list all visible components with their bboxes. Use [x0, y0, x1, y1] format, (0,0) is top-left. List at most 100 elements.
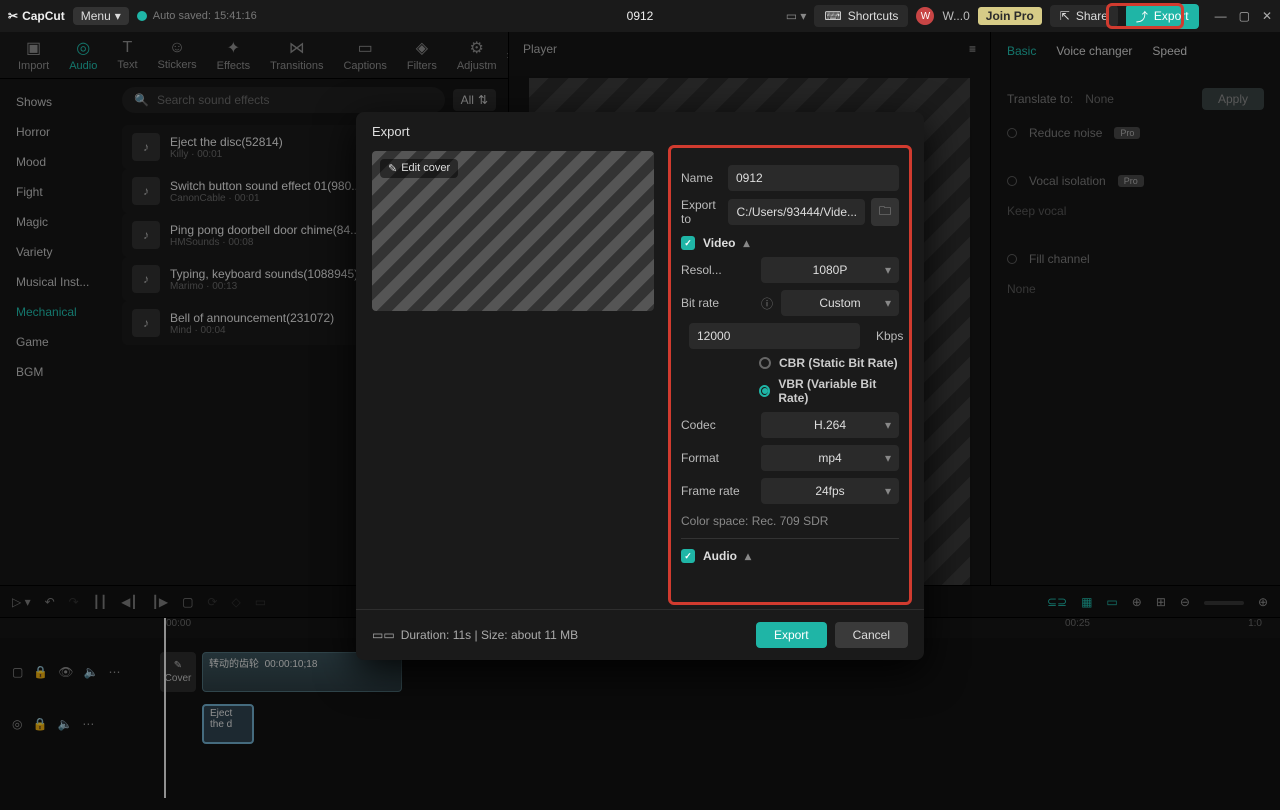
link-icon[interactable]: ▦: [1081, 595, 1092, 609]
tlr5-icon[interactable]: ⊞: [1156, 595, 1166, 609]
tlr4-icon[interactable]: ⊕: [1132, 595, 1142, 609]
cat-bgm[interactable]: BGM: [0, 357, 110, 387]
playhead[interactable]: [164, 618, 166, 798]
track-mute-icon[interactable]: 🔈: [84, 665, 99, 679]
bitrate-input[interactable]: [689, 323, 860, 349]
rtab-basic[interactable]: Basic: [1007, 44, 1036, 58]
fps-select[interactable]: 24fps: [761, 478, 899, 504]
export-button[interactable]: ⤴ Export: [1126, 4, 1199, 29]
tab-adjust[interactable]: ⚙Adjustm: [447, 32, 507, 78]
cat-mechanical[interactable]: Mechanical: [0, 297, 110, 327]
name-input[interactable]: [728, 165, 899, 191]
preview-icon[interactable]: ▭: [1106, 595, 1117, 609]
tab-transitions[interactable]: ⋈Transitions: [260, 32, 333, 78]
tab-effects[interactable]: ✦Effects: [207, 32, 260, 78]
cancel-button[interactable]: Cancel: [835, 622, 908, 648]
track-more2-icon[interactable]: ⋯: [82, 717, 94, 731]
pro-badge2: Pro: [1118, 175, 1144, 187]
undo-icon[interactable]: ↶: [45, 595, 55, 609]
tab-filters[interactable]: ◈Filters: [397, 32, 447, 78]
minimize-icon[interactable]: —: [1215, 9, 1227, 23]
translate-value[interactable]: None: [1085, 92, 1114, 106]
track-lock2-icon[interactable]: 🔒: [32, 717, 47, 731]
vbr-radio[interactable]: [759, 385, 770, 397]
track-visible-icon[interactable]: 👁: [58, 665, 73, 679]
cat-horror[interactable]: Horror: [0, 117, 110, 147]
tab-stickers[interactable]: ☺Stickers: [148, 33, 207, 77]
player-menu-icon[interactable]: ≡: [969, 42, 976, 56]
aspect-icon[interactable]: ▭ ▾: [786, 9, 807, 23]
search-icon: 🔍: [134, 93, 149, 107]
fill-channel-value[interactable]: None: [1007, 282, 1036, 296]
sound-meta: HMSounds · 00:08: [170, 237, 360, 248]
export-cover-preview[interactable]: ✎ Edit cover: [372, 151, 654, 311]
search-input[interactable]: 🔍Search sound effects: [122, 87, 445, 113]
audio-clip[interactable]: Eject the d: [202, 704, 254, 744]
resolution-select[interactable]: 1080P: [761, 257, 899, 283]
effects-icon: ✦: [227, 38, 240, 58]
tab-audio[interactable]: ◎Audio: [59, 32, 107, 78]
collapse-audio-icon[interactable]: ▴: [745, 549, 751, 563]
tool6-icon[interactable]: ◇: [231, 595, 240, 609]
magnet-icon[interactable]: ⊆⊇: [1047, 595, 1067, 609]
trim-right-icon[interactable]: ┃▶: [152, 595, 168, 609]
reduce-noise-toggle[interactable]: [1007, 128, 1017, 138]
cat-variety[interactable]: Variety: [0, 237, 110, 267]
cat-magic[interactable]: Magic: [0, 207, 110, 237]
delete-icon[interactable]: ▢: [182, 595, 193, 609]
close-icon[interactable]: ✕: [1262, 9, 1272, 23]
shortcuts-button[interactable]: ⌨ Shortcuts: [814, 5, 908, 27]
export-confirm-button[interactable]: Export: [756, 622, 827, 648]
tab-import[interactable]: ▣Import: [8, 32, 59, 78]
tab-text[interactable]: TText: [107, 33, 147, 77]
maximize-icon[interactable]: ▢: [1239, 9, 1250, 23]
menu-button[interactable]: Menu ▾: [73, 7, 129, 25]
trim-left-icon[interactable]: ◀┃: [121, 595, 137, 609]
sound-meta: Killy · 00:01: [170, 149, 283, 160]
tab-captions[interactable]: ▭Captions: [333, 32, 396, 78]
info-icon[interactable]: ⓘ: [761, 295, 773, 312]
exportto-path[interactable]: C:/Users/93444/Vide...: [728, 199, 865, 225]
cat-mood[interactable]: Mood: [0, 147, 110, 177]
project-name[interactable]: 0912: [627, 9, 654, 23]
cat-shows[interactable]: Shows: [0, 87, 110, 117]
join-pro-button[interactable]: Join Pro: [978, 7, 1042, 25]
track-more-icon[interactable]: ⋯: [108, 665, 120, 679]
all-filter-button[interactable]: All ⇅: [453, 89, 496, 111]
cat-musical[interactable]: Musical Inst...: [0, 267, 110, 297]
pointer-tool-icon[interactable]: ▷ ▾: [12, 595, 31, 609]
format-select[interactable]: mp4: [761, 445, 899, 471]
codec-select[interactable]: H.264: [761, 412, 899, 438]
collapse-video-icon[interactable]: ▴: [743, 236, 749, 250]
audio-checkbox[interactable]: ✓: [681, 549, 695, 563]
apply-button[interactable]: Apply: [1202, 88, 1264, 110]
edit-cover-button[interactable]: ✎ Edit cover: [380, 159, 458, 178]
cat-fight[interactable]: Fight: [0, 177, 110, 207]
zoom-slider[interactable]: [1204, 601, 1244, 605]
bitrate-select[interactable]: Custom: [781, 290, 899, 316]
vocal-isolation-toggle[interactable]: [1007, 176, 1017, 186]
bitrate-label: Bit rate: [681, 296, 753, 310]
track-audio-icon[interactable]: ◎: [12, 717, 22, 731]
track-mute2-icon[interactable]: 🔈: [57, 717, 72, 731]
keep-vocal-label: Keep vocal: [1007, 204, 1066, 218]
format-label: Format: [681, 451, 753, 465]
folder-icon[interactable]: 🗀: [871, 198, 899, 226]
split-icon[interactable]: ┃┃: [93, 595, 107, 609]
fill-channel-toggle[interactable]: [1007, 254, 1017, 264]
video-checkbox[interactable]: ✓: [681, 236, 695, 250]
zoom-out-icon[interactable]: ⊖: [1180, 595, 1190, 609]
cat-game[interactable]: Game: [0, 327, 110, 357]
track-video-icon[interactable]: ▢: [12, 665, 23, 679]
rtab-speed[interactable]: Speed: [1152, 44, 1187, 58]
redo-icon[interactable]: ↷: [69, 595, 79, 609]
user-avatar[interactable]: W: [916, 7, 934, 25]
share-button[interactable]: ⇱ Share: [1050, 5, 1118, 27]
track-lock-icon[interactable]: 🔒: [33, 665, 48, 679]
cbr-radio[interactable]: [759, 357, 771, 369]
tool7-icon[interactable]: ▭: [255, 595, 266, 609]
rtab-voice[interactable]: Voice changer: [1056, 44, 1132, 58]
user-name[interactable]: W...0: [942, 9, 969, 23]
zoom-in-icon[interactable]: ⊕: [1258, 595, 1268, 609]
tool5-icon[interactable]: ⟳: [207, 595, 217, 609]
